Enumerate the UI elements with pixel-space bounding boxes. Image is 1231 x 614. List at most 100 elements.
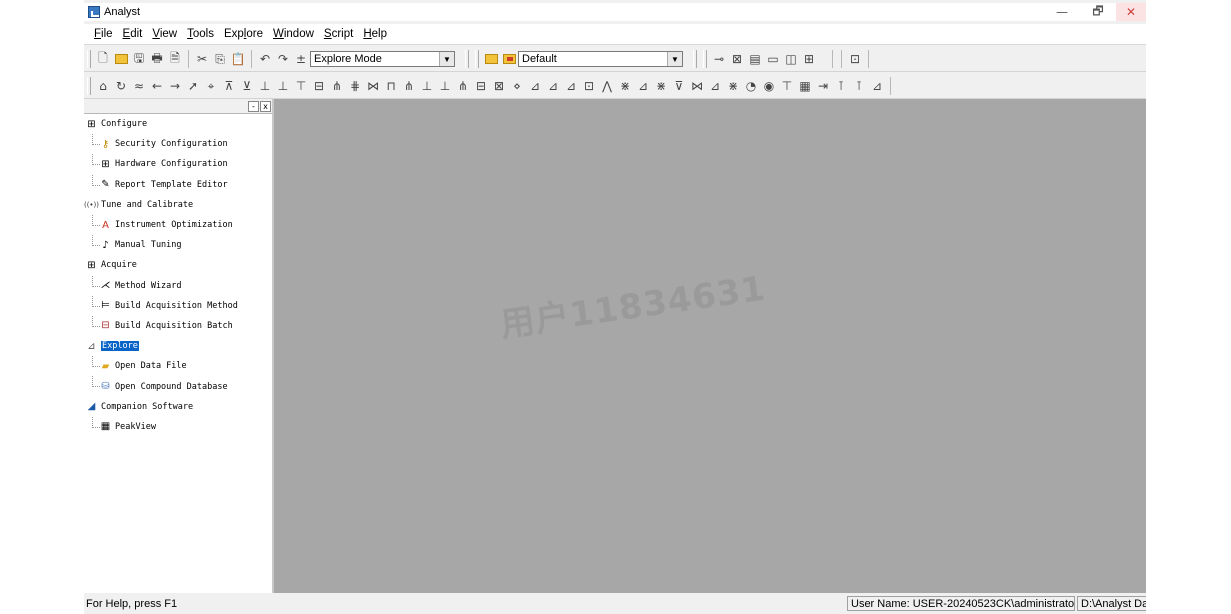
tree-group-companion-software[interactable]: ◢ Companion Software xyxy=(84,397,272,417)
explore-tool-24-icon[interactable]: ⋄ xyxy=(510,79,525,94)
menu-explore[interactable]: Explore xyxy=(220,28,267,40)
undo-icon[interactable]: ↶ xyxy=(258,52,273,67)
explore-tool-36-icon[interactable]: ⋇ xyxy=(726,79,741,94)
explore-tool-20-icon[interactable]: ⊥ xyxy=(438,79,453,94)
explore-tool-15-icon[interactable]: ⋕ xyxy=(348,79,363,94)
explore-tool-16-icon[interactable]: ⋈ xyxy=(366,79,381,94)
tree-item-hardware-configuration[interactable]: ⊞ Hardware Configuration xyxy=(84,154,272,174)
toolbar-grip[interactable] xyxy=(703,50,707,68)
workspace-area[interactable]: 用户11834631 xyxy=(274,99,1146,593)
explore-tool-32-icon[interactable]: ⋇ xyxy=(654,79,669,94)
menu-view[interactable]: View xyxy=(148,28,181,40)
toolbar-grip[interactable] xyxy=(87,77,91,95)
close-windows-icon[interactable]: ⊠ xyxy=(730,52,745,67)
tree-item-open-compound-database[interactable]: ⛁ Open Compound Database xyxy=(84,376,272,396)
tree-item-security-configuration[interactable]: ⚷ Security Configuration xyxy=(84,134,272,154)
cascade-icon[interactable]: ⊞ xyxy=(802,52,817,67)
menu-file[interactable]: File xyxy=(90,28,117,40)
explore-tool-5-icon[interactable]: → xyxy=(168,79,183,94)
print-preview-icon[interactable]: 🗎 xyxy=(168,51,183,67)
explore-tool-21-icon[interactable]: ⋔ xyxy=(456,79,471,94)
explore-tool-13-icon[interactable]: ⊟ xyxy=(312,79,327,94)
explore-tool-6-icon[interactable]: ➚ xyxy=(186,79,201,94)
explore-tool-44-icon[interactable]: ⊿ xyxy=(870,79,885,94)
layout-select-dropdown-icon[interactable]: ▼ xyxy=(667,52,682,66)
explore-tool-3-icon[interactable]: ≈ xyxy=(132,79,147,94)
explore-tool-12-icon[interactable]: ⊤ xyxy=(294,79,309,94)
tree-item-manual-tuning[interactable]: ♪ Manual Tuning xyxy=(84,235,272,255)
redo-icon[interactable]: ↷ xyxy=(276,52,291,67)
tree-group-explore[interactable]: ⊿ Explore xyxy=(84,336,272,356)
toolbar-grip[interactable] xyxy=(693,50,697,68)
explore-tool-25-icon[interactable]: ⊿ xyxy=(528,79,543,94)
tile-horizontal-icon[interactable]: ▤ xyxy=(748,52,763,67)
explore-tool-31-icon[interactable]: ⊿ xyxy=(636,79,651,94)
explore-tool-34-icon[interactable]: ⋈ xyxy=(690,79,705,94)
pin-icon[interactable]: ⊸ xyxy=(712,52,727,67)
explore-tool-41-icon[interactable]: ⇥ xyxy=(816,79,831,94)
tree-item-method-wizard[interactable]: ⋌ Method Wizard xyxy=(84,275,272,296)
explore-tool-30-icon[interactable]: ⋇ xyxy=(618,79,633,94)
explore-tool-22-icon[interactable]: ⊟ xyxy=(474,79,489,94)
minimize-button[interactable]: — xyxy=(1044,3,1080,21)
explore-tool-43-icon[interactable]: ⊺ xyxy=(852,79,867,94)
toolbar-grip[interactable] xyxy=(465,50,469,68)
tree-item-build-acquisition-batch[interactable]: ⊟ Build Acquisition Batch xyxy=(84,315,272,336)
paste-icon[interactable]: 📋 xyxy=(231,52,246,67)
restore-button[interactable]: 🗗 xyxy=(1080,3,1116,21)
explore-tool-2-icon[interactable]: ↻ xyxy=(114,79,129,94)
pane-close-button[interactable]: x xyxy=(260,100,271,112)
explore-tool-38-icon[interactable]: ◉ xyxy=(762,79,777,94)
tree-item-report-template-editor[interactable]: ✎ Report Template Editor xyxy=(84,174,272,195)
menu-window[interactable]: Window xyxy=(269,28,318,40)
open-workspace-icon[interactable] xyxy=(484,52,499,67)
explore-tool-8-icon[interactable]: ⊼ xyxy=(222,79,237,94)
explore-tool-28-icon[interactable]: ⊡ xyxy=(582,79,597,94)
pane-minimize-button[interactable]: - xyxy=(248,100,259,112)
menu-help[interactable]: Help xyxy=(359,28,391,40)
tree-item-open-data-file[interactable]: ▰ Open Data File xyxy=(84,356,272,376)
tree-item-instrument-optimization[interactable]: A Instrument Optimization xyxy=(84,214,272,235)
mode-select[interactable]: Explore Mode ▼ xyxy=(310,51,455,67)
explore-tool-1-icon[interactable]: ⌂ xyxy=(96,79,111,94)
explore-tool-27-icon[interactable]: ⊿ xyxy=(564,79,579,94)
explore-tool-35-icon[interactable]: ⊿ xyxy=(708,79,723,94)
explore-tool-10-icon[interactable]: ⊥ xyxy=(258,79,273,94)
tree-group-acquire[interactable]: ⊞ Acquire xyxy=(84,255,272,275)
tile-vertical-icon[interactable]: ◫ xyxy=(784,52,799,67)
explore-tool-18-icon[interactable]: ⋔ xyxy=(402,79,417,94)
layout-select[interactable]: Default ▼ xyxy=(518,51,683,67)
close-button[interactable]: ✕ xyxy=(1116,3,1146,21)
new-icon[interactable]: 🗋 xyxy=(96,51,111,67)
save-workspace-icon[interactable] xyxy=(502,52,517,67)
menu-script[interactable]: Script xyxy=(320,28,357,40)
tb-arrow-icon[interactable]: ± xyxy=(294,52,309,67)
explore-tool-42-icon[interactable]: ⊺ xyxy=(834,79,849,94)
explore-tool-40-icon[interactable]: ▦ xyxy=(798,79,813,94)
mode-select-dropdown-icon[interactable]: ▼ xyxy=(439,52,454,66)
explore-tool-39-icon[interactable]: ⊤ xyxy=(780,79,795,94)
explore-tool-14-icon[interactable]: ⋔ xyxy=(330,79,345,94)
explore-tool-37-icon[interactable]: ◔ xyxy=(744,79,759,94)
explore-tool-4-icon[interactable]: ← xyxy=(150,79,165,94)
explore-tool-33-icon[interactable]: ⊽ xyxy=(672,79,687,94)
menu-edit[interactable]: Edit xyxy=(119,28,147,40)
explore-tool-9-icon[interactable]: ⊻ xyxy=(240,79,255,94)
tree-item-build-acquisition-method[interactable]: ⊨ Build Acquisition Method xyxy=(84,295,272,316)
explore-tool-7-icon[interactable]: ⌖ xyxy=(204,79,219,94)
image-icon[interactable]: ⊡ xyxy=(848,52,863,67)
toolbar-grip[interactable] xyxy=(475,50,479,68)
tree-group-tune-and-calibrate[interactable]: ((•)) Tune and Calibrate xyxy=(84,195,272,215)
tile-icon[interactable]: ▭ xyxy=(766,52,781,67)
explore-tool-23-icon[interactable]: ⊠ xyxy=(492,79,507,94)
explore-tool-26-icon[interactable]: ⊿ xyxy=(546,79,561,94)
toolbar-grip[interactable] xyxy=(87,50,91,68)
tree-group-configure[interactable]: ⊞ Configure xyxy=(84,114,272,134)
menu-tools[interactable]: Tools xyxy=(183,28,218,40)
tree-item-peakview[interactable]: ▦ PeakView xyxy=(84,416,272,437)
explore-tool-17-icon[interactable]: ⊓ xyxy=(384,79,399,94)
print-icon[interactable]: 🖶 xyxy=(150,51,165,67)
explore-tool-29-icon[interactable]: ⋀ xyxy=(600,79,615,94)
save-icon[interactable]: 🖫 xyxy=(132,51,147,67)
explore-tool-19-icon[interactable]: ⊥ xyxy=(420,79,435,94)
